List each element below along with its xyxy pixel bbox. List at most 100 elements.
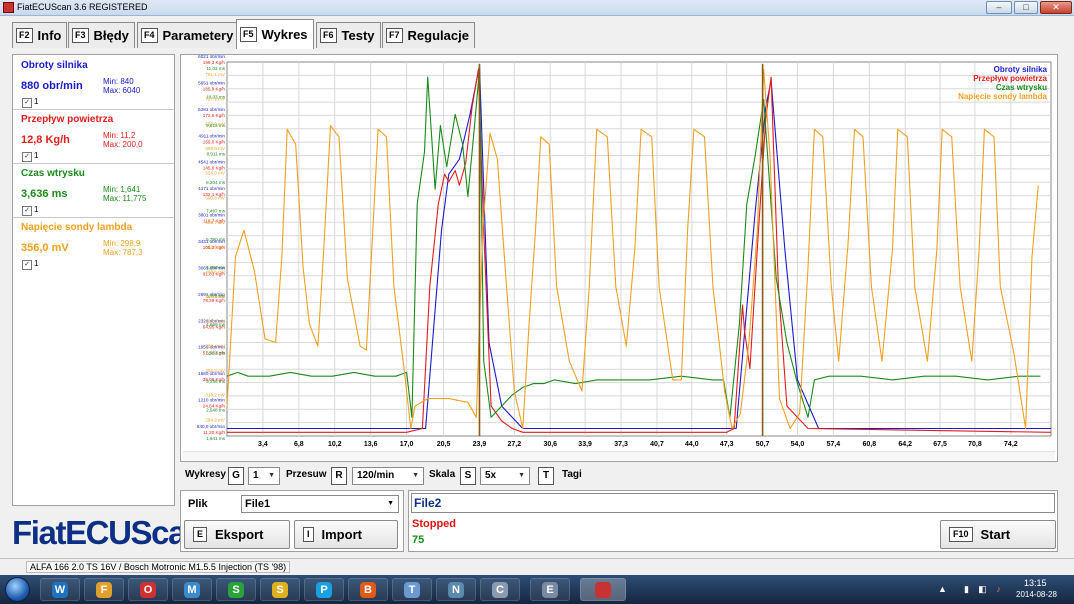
param-min: Min: 11,2 bbox=[103, 131, 136, 140]
tab-label: Testy bbox=[341, 28, 375, 43]
vehicle-info: ALFA 166 2.0 TS 16V / Bosch Motronic M1.… bbox=[26, 561, 291, 573]
app-logo: FiatECUScan bbox=[12, 514, 205, 551]
opera-icon: O bbox=[140, 582, 156, 598]
tab-key: F3 bbox=[72, 28, 89, 43]
taskbar-item[interactable]: W bbox=[40, 578, 80, 601]
taskbar-item[interactable]: O bbox=[128, 578, 168, 601]
parameter-panel: Obroty silnika 880 obr/min Min: 840 Max:… bbox=[12, 54, 175, 506]
folder-icon: F bbox=[96, 582, 112, 598]
app-icon bbox=[3, 2, 14, 13]
network-icon[interactable]: ◧ bbox=[978, 584, 987, 594]
maximize-button[interactable]: □ bbox=[1014, 1, 1038, 14]
taskbar-item[interactable]: E bbox=[530, 578, 570, 601]
wykresy-key[interactable]: G bbox=[228, 467, 244, 485]
x-tick-label: 6,8 bbox=[294, 441, 304, 448]
tab-parametery[interactable]: F4 Parametery bbox=[137, 22, 240, 48]
taskbar-item-fiatecuscan[interactable] bbox=[580, 578, 626, 601]
x-tick-label: 40,7 bbox=[650, 441, 664, 448]
x-tick-label: 10,2 bbox=[328, 441, 342, 448]
taskbar-item[interactable]: F bbox=[84, 578, 124, 601]
import-button[interactable]: I Import bbox=[294, 520, 398, 549]
legend-entry: Napięcie sondy lambda bbox=[958, 92, 1047, 101]
param-name: Czas wtrysku bbox=[21, 168, 85, 179]
taskbar-item[interactable]: S bbox=[260, 578, 300, 601]
y-tick-label: 4171 obr/min bbox=[198, 186, 225, 191]
wykresy-select[interactable]: 1 ▼ bbox=[248, 467, 280, 485]
taskbar-item[interactable]: T bbox=[392, 578, 432, 601]
y-tick-label: 199,3 Kg/h bbox=[203, 60, 226, 65]
taskbar: W F O M S S P B T N C E ▲ ▮ ◧ ♪ 13:15 20… bbox=[0, 575, 1074, 604]
x-tick-label: 23,9 bbox=[473, 441, 487, 448]
tab-wykres[interactable]: F5 Wykres bbox=[236, 19, 314, 49]
export-label: Eksport bbox=[215, 527, 264, 542]
tab-label: Wykres bbox=[261, 27, 308, 42]
przesuw-select[interactable]: 120/min ▼ bbox=[352, 467, 424, 485]
status-text: Stopped bbox=[412, 518, 456, 530]
file-select-value: File1 bbox=[245, 498, 271, 510]
file-select[interactable]: File1 ▼ bbox=[241, 495, 399, 513]
param-checkbox[interactable]: ✓ bbox=[22, 152, 32, 162]
battery-icon[interactable]: ▮ bbox=[962, 584, 971, 594]
taskbar-item[interactable]: C bbox=[480, 578, 520, 601]
taskbar-item[interactable]: N bbox=[436, 578, 476, 601]
tab-regulacje[interactable]: F7 Regulacje bbox=[382, 22, 475, 48]
param-index: 1 bbox=[34, 151, 39, 160]
skala-key[interactable]: S bbox=[460, 467, 476, 485]
taskbar-item[interactable]: M bbox=[172, 578, 212, 601]
minimize-button[interactable]: – bbox=[986, 1, 1012, 14]
x-tick-label: 60,8 bbox=[862, 441, 876, 448]
start-button[interactable]: F10 Start bbox=[940, 520, 1056, 549]
taskbar-item[interactable]: B bbox=[348, 578, 388, 601]
tagi-key[interactable]: T bbox=[538, 467, 554, 485]
x-tick-label: 13,6 bbox=[364, 441, 378, 448]
tab-label: Błędy bbox=[93, 28, 129, 43]
param-block: Czas wtrysku 3,636 ms Min: 1,641 Max: 11… bbox=[13, 163, 174, 218]
y-tick-label: 556,7 mV bbox=[205, 220, 226, 225]
taskbar-item[interactable]: S bbox=[216, 578, 256, 601]
volume-icon[interactable]: ♪ bbox=[994, 584, 1003, 594]
export-button[interactable]: E Eksport bbox=[184, 520, 290, 549]
tagi-label: Tagi bbox=[562, 469, 582, 480]
y-tick-label: 185,9 Kg/h bbox=[203, 86, 226, 91]
legend-entry: Obroty silnika bbox=[994, 65, 1048, 74]
param-min: Min: 840 bbox=[103, 77, 134, 86]
param-index: 1 bbox=[34, 205, 39, 214]
taskbar-item[interactable]: P bbox=[304, 578, 344, 601]
param-value: 3,636 ms bbox=[21, 188, 68, 200]
skala-select[interactable]: 5x ▼ bbox=[480, 467, 530, 485]
messenger-icon: M bbox=[184, 582, 200, 598]
skala-value: 5x bbox=[485, 470, 497, 481]
clock-time: 13:15 bbox=[1024, 578, 1047, 588]
legend-entry: Przepływ powietrza bbox=[973, 74, 1047, 83]
y-tick-label: 159,0 Kg/h bbox=[203, 139, 226, 144]
param-checkbox[interactable]: ✓ bbox=[22, 206, 32, 216]
close-button[interactable]: ✕ bbox=[1040, 1, 1072, 14]
y-tick-label: 693,0 mV bbox=[205, 121, 226, 126]
tab-info[interactable]: F2 Info bbox=[12, 22, 68, 48]
param-checkbox[interactable]: ✓ bbox=[22, 260, 32, 270]
tab-key: F6 bbox=[320, 28, 337, 43]
y-tick-label: 2,548 ms bbox=[206, 408, 226, 413]
tool-icon: T bbox=[404, 582, 420, 598]
x-tick-label: 54,0 bbox=[791, 441, 805, 448]
x-tick-label: 74,2 bbox=[1004, 441, 1018, 448]
x-tick-label: 44,0 bbox=[685, 441, 699, 448]
y-tick-label: 352,3 mV bbox=[205, 368, 226, 373]
x-tick-label: 27,2 bbox=[508, 441, 522, 448]
media-icon: S bbox=[272, 582, 288, 598]
tray-expand-icon[interactable]: ▲ bbox=[938, 584, 947, 594]
przesuw-key[interactable]: R bbox=[331, 467, 347, 485]
tab-testy[interactable]: F6 Testy bbox=[316, 22, 381, 48]
param-block: Przepływ powietrza 12,8 Kg/h Min: 11,2 M… bbox=[13, 109, 174, 164]
x-tick-label: 57,4 bbox=[827, 441, 841, 448]
tab-bledy[interactable]: F3 Błędy bbox=[68, 22, 135, 48]
chart-toolbar: Wykresy G 1 ▼ Przesuw R 120/min ▼ Skala S … bbox=[180, 467, 1058, 487]
param-index: 1 bbox=[34, 259, 39, 268]
utorrent-icon: S bbox=[228, 582, 244, 598]
windows-start-icon[interactable] bbox=[5, 577, 30, 602]
tab-label: Regulacje bbox=[407, 28, 469, 43]
file2-field[interactable]: File2 bbox=[411, 493, 1055, 513]
param-checkbox[interactable]: ✓ bbox=[22, 98, 32, 108]
param-max: Max: 6040 bbox=[103, 86, 141, 95]
chart-scrollbar[interactable] bbox=[183, 451, 1055, 460]
